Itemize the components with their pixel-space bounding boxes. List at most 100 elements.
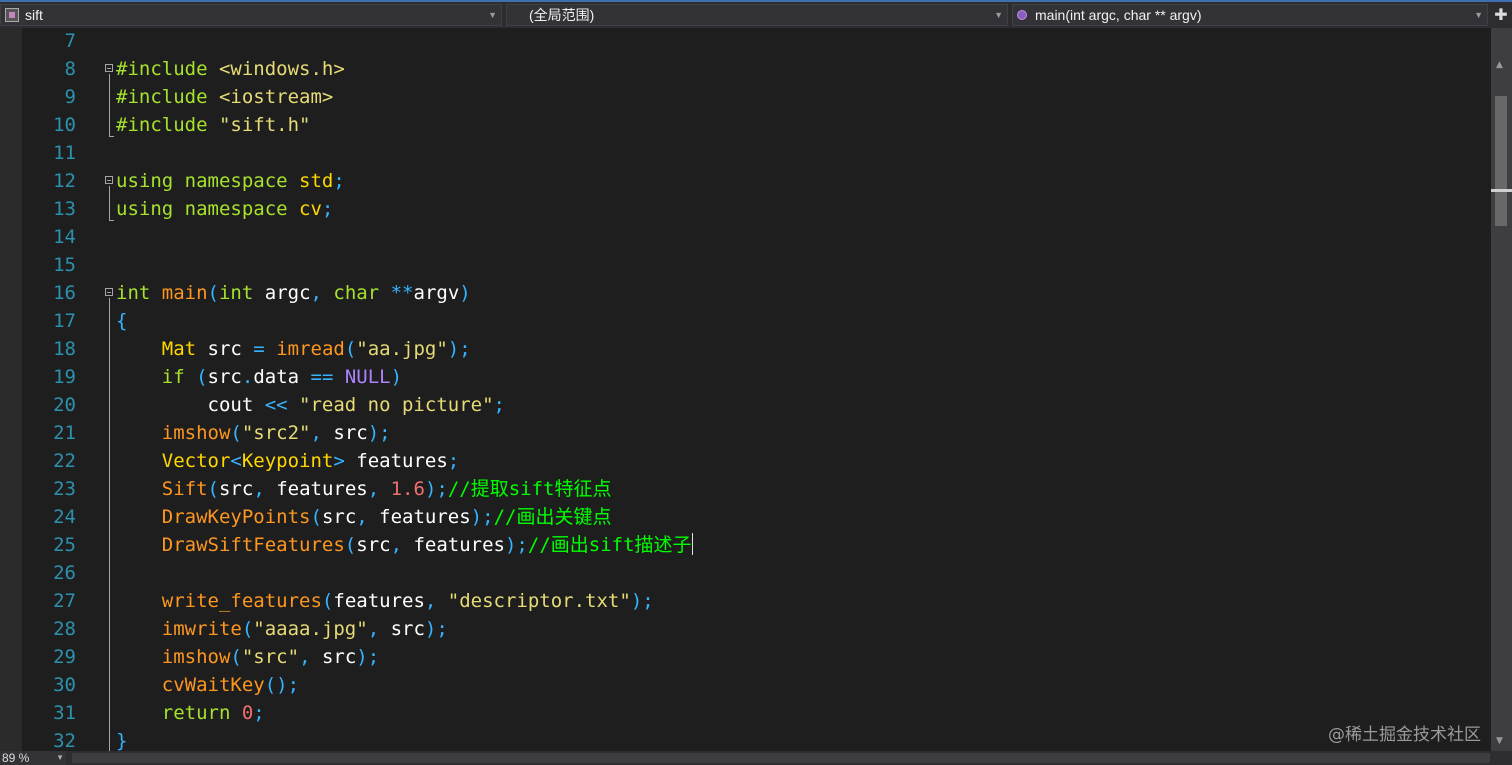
scroll-up-icon[interactable]: ▲ [1496,60,1503,70]
zoom-level: 89 % [2,751,30,765]
line-number: 19 [53,366,76,388]
code-editor[interactable]: 7 8 #include <windows.h> 9 #include <iostrea… [0,28,1491,751]
code-token: "descriptor.txt" [447,590,631,612]
code-line[interactable]: 25 DrawSiftFeatures(src, features);//画出s… [0,531,1491,559]
collapse-icon[interactable] [105,176,113,184]
code-line[interactable]: 22 Vector<Keypoint> features; [0,447,1491,475]
code-token: , [424,590,448,612]
line-number: 24 [53,506,76,528]
code-token: #include [116,114,219,136]
code-line[interactable]: 7 [0,28,1491,55]
function-icon [1017,10,1027,20]
code-text: using namespace std; [116,167,345,195]
code-token: write_features [161,590,322,612]
code-text: cvWaitKey(); [116,671,299,699]
code-token: ( [207,282,219,304]
code-text: write_features(features, "descriptor.txt… [116,587,654,615]
code-token: int [218,282,265,304]
code-token: , [390,534,414,556]
code-line[interactable]: 31 return 0; [0,699,1491,727]
code-token: if [161,366,197,388]
code-token: ); [447,338,471,360]
code-token: src [321,506,357,528]
scroll-down-icon[interactable]: ▼ [1496,736,1503,746]
code-line[interactable]: 15 [0,251,1491,279]
code-text: } [116,727,127,751]
code-line[interactable]: 10 #include "sift.h" [0,111,1491,139]
member-label: main(int argc, char ** argv) [1035,7,1202,23]
code-line[interactable]: 28 imwrite("aaaa.jpg", src); [0,615,1491,643]
code-line[interactable]: 13 using namespace cv; [0,195,1491,223]
scrollbar-thumb[interactable] [1495,96,1507,226]
code-token: , [299,646,322,668]
chevron-down-icon: ▼ [1474,10,1483,20]
code-token: , [253,478,277,500]
code-token: ) [459,282,471,304]
code-token: imshow [161,646,231,668]
code-token: //提取sift特征点 [447,478,612,500]
code-line[interactable]: 20 cout << "read no picture"; [0,391,1491,419]
collapse-icon[interactable] [105,288,113,296]
code-token: Sift [161,478,208,500]
member-dropdown[interactable]: main(int argc, char ** argv) ▼ [1012,4,1488,26]
line-number: 8 [64,58,76,80]
code-line[interactable]: 16 int main(int argc, char **argv) [0,279,1491,307]
code-token: using namespace [116,170,300,192]
line-number: 32 [53,730,76,751]
code-token: ( [241,618,254,640]
code-token: Vector [161,450,231,472]
code-line[interactable]: 24 DrawKeyPoints(src, features);//画出关键点 [0,503,1491,531]
code-token: cv [299,198,322,220]
code-line[interactable]: 19 if (src.data == NULL) [0,363,1491,391]
code-line[interactable]: 14 [0,223,1491,251]
project-dropdown[interactable]: sift ▼ [0,4,502,26]
code-text: Sift(src, features, 1.6);//提取sift特征点 [116,475,612,503]
code-line[interactable]: 9 #include <iostream> [0,83,1491,111]
line-number: 25 [53,534,76,556]
code-token: imwrite [161,618,242,640]
code-token: , [310,282,334,304]
code-line[interactable]: 11 [0,139,1491,167]
code-token: cout [207,394,265,416]
split-plus-icon[interactable]: ✚ [1492,4,1510,26]
scope-dropdown[interactable]: (全局范围) ▼ [506,4,1008,26]
code-token: imread [276,338,345,360]
code-token: ( [230,646,242,668]
code-line[interactable]: 30 cvWaitKey(); [0,671,1491,699]
line-number: 9 [64,86,76,108]
vertical-scrollbar[interactable]: ▲ ▼ [1491,28,1512,751]
code-line[interactable]: 29 imshow("src", src); [0,643,1491,671]
code-line[interactable]: 8 #include <windows.h> [0,55,1491,83]
code-text: int main(int argc, char **argv) [116,279,471,307]
code-token: src [390,618,425,640]
code-text: #include <windows.h> [116,55,345,83]
caret-position-marker [1491,189,1512,192]
code-line[interactable]: 18 Mat src = imread("aa.jpg"); [0,335,1491,363]
code-token: src [356,534,391,556]
code-line[interactable]: 23 Sift(src, features, 1.6);//提取sift特征点 [0,475,1491,503]
code-token: NULL [344,366,391,388]
code-token: argv [413,282,460,304]
code-line[interactable]: 26 [0,559,1491,587]
horizontal-scrollbar[interactable] [72,753,1490,763]
chevron-down-icon: ▼ [56,753,64,762]
code-line[interactable]: 21 imshow("src2", src); [0,419,1491,447]
line-number: 7 [64,30,76,52]
code-line[interactable]: 12 using namespace std; [0,167,1491,195]
code-line[interactable]: 17 { [0,307,1491,335]
collapse-icon[interactable] [105,64,113,72]
code-line[interactable]: 32} [0,727,1491,751]
zoom-dropdown[interactable]: 89 % ▼ [0,751,66,765]
code-token: features [413,534,505,556]
code-token: == [310,366,345,388]
bottom-bar: 89 % ▼ [0,751,1512,765]
line-number: 14 [53,226,76,248]
code-token: ); [630,590,654,612]
chevron-down-icon: ▼ [994,10,1003,20]
code-line[interactable]: 27 write_features(features, "descriptor.… [0,587,1491,615]
